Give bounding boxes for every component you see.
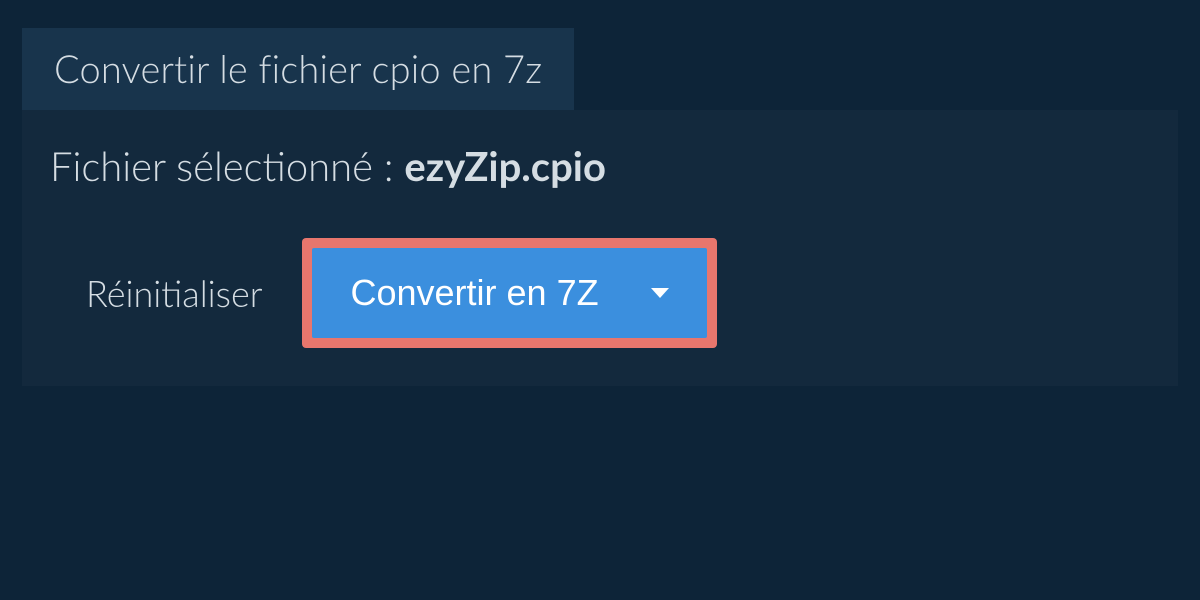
- selected-file-text: Fichier sélectionné : ezyZip.cpio: [50, 142, 1150, 190]
- action-row: Réinitialiser Convertir en 7Z: [50, 238, 1150, 348]
- convert-button[interactable]: Convertir en 7Z: [312, 248, 707, 338]
- selected-file-label: Fichier sélectionné :: [50, 142, 404, 190]
- chevron-down-icon: [651, 288, 669, 298]
- content-panel: Fichier sélectionné : ezyZip.cpio Réinit…: [22, 110, 1178, 386]
- tab-label: Convertir le fichier cpio en 7z: [54, 46, 542, 92]
- selected-filename: ezyZip.cpio: [404, 142, 606, 190]
- reset-button[interactable]: Réinitialiser: [86, 271, 262, 315]
- convert-button-label: Convertir en 7Z: [350, 272, 598, 314]
- main-container: Convertir le fichier cpio en 7z Fichier …: [0, 0, 1200, 414]
- convert-button-highlight: Convertir en 7Z: [302, 238, 717, 348]
- tab-convert[interactable]: Convertir le fichier cpio en 7z: [22, 28, 574, 110]
